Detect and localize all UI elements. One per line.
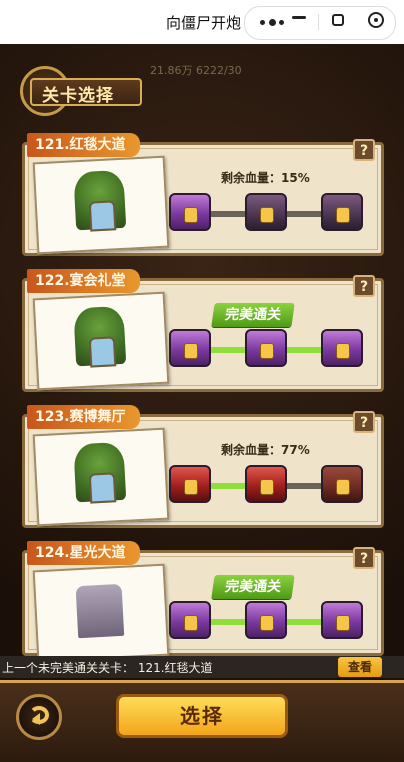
level-thumbnail — [32, 563, 170, 663]
view-button[interactable]: 查看 — [338, 657, 382, 677]
level-thumbnail — [32, 155, 170, 255]
reward-chest-3[interactable] — [321, 465, 363, 503]
reward-chest-3[interactable] — [321, 601, 363, 639]
reward-chest-2[interactable] — [245, 193, 287, 231]
reward-chest-3[interactable] — [321, 193, 363, 231]
shrine-gate — [88, 472, 117, 504]
level-select-header: 关卡选择 — [16, 66, 146, 118]
remaining-hp-text: 剩余血量：15% — [221, 171, 310, 185]
help-icon[interactable]: ? — [353, 411, 375, 433]
help-icon[interactable]: ? — [353, 139, 375, 161]
help-icon[interactable]: ? — [353, 275, 375, 297]
reward-chest-1[interactable] — [169, 601, 211, 639]
select-button[interactable]: 选择 — [116, 694, 288, 738]
level-card-122[interactable]: 122.宴会礼堂 ? 完美通关 — [22, 269, 384, 392]
level-thumbnail — [32, 291, 170, 391]
background-stats: 21.86万 6222/30 — [150, 64, 242, 77]
help-icon[interactable]: ? — [353, 547, 375, 569]
back-arrow-icon — [29, 706, 49, 725]
level-card-121[interactable]: 121.红毯大道 ? 剩余血量：15% — [22, 133, 384, 256]
level-title: 121.红毯大道 — [27, 133, 140, 157]
reward-chest-1[interactable] — [169, 193, 211, 231]
minimize-icon[interactable] — [292, 16, 306, 19]
last-incomplete-text: 上一个未完美通关关卡： 121.红毯大道 — [2, 661, 213, 675]
stone-ruin-image — [75, 583, 125, 639]
float-window-icon[interactable] — [332, 14, 344, 26]
more-icon[interactable] — [258, 12, 286, 32]
level-title: 123.赛博舞厅 — [27, 405, 140, 429]
reward-chest-2[interactable] — [245, 329, 287, 367]
level-thumbnail — [32, 427, 170, 527]
app-title: 向僵尸开炮 — [166, 14, 242, 32]
reward-chest-1[interactable] — [169, 329, 211, 367]
level-title: 124.星光大道 — [27, 541, 140, 565]
shrine-gate — [88, 200, 117, 232]
mini-program-topbar: 向僵尸开炮 — [0, 0, 404, 44]
reward-chest-2[interactable] — [245, 601, 287, 639]
reward-chest-1[interactable] — [169, 465, 211, 503]
back-button[interactable] — [16, 694, 62, 740]
perfect-clear-badge: 完美通关 — [211, 575, 295, 599]
remaining-hp-text: 剩余血量：77% — [221, 443, 310, 457]
perfect-clear-badge: 完美通关 — [211, 303, 295, 327]
reward-chest-3[interactable] — [321, 329, 363, 367]
page-title: 关卡选择 — [42, 86, 114, 106]
level-card-123[interactable]: 123.赛博舞厅 ? 剩余血量：77% — [22, 405, 384, 528]
level-card-124[interactable]: 124.星光大道 ? 完美通关 — [22, 541, 384, 663]
reward-chest-2[interactable] — [245, 465, 287, 503]
level-title: 122.宴会礼堂 — [27, 269, 140, 293]
capsule-divider — [318, 14, 319, 30]
shrine-gate — [88, 336, 117, 368]
close-target-icon[interactable] — [368, 12, 384, 28]
